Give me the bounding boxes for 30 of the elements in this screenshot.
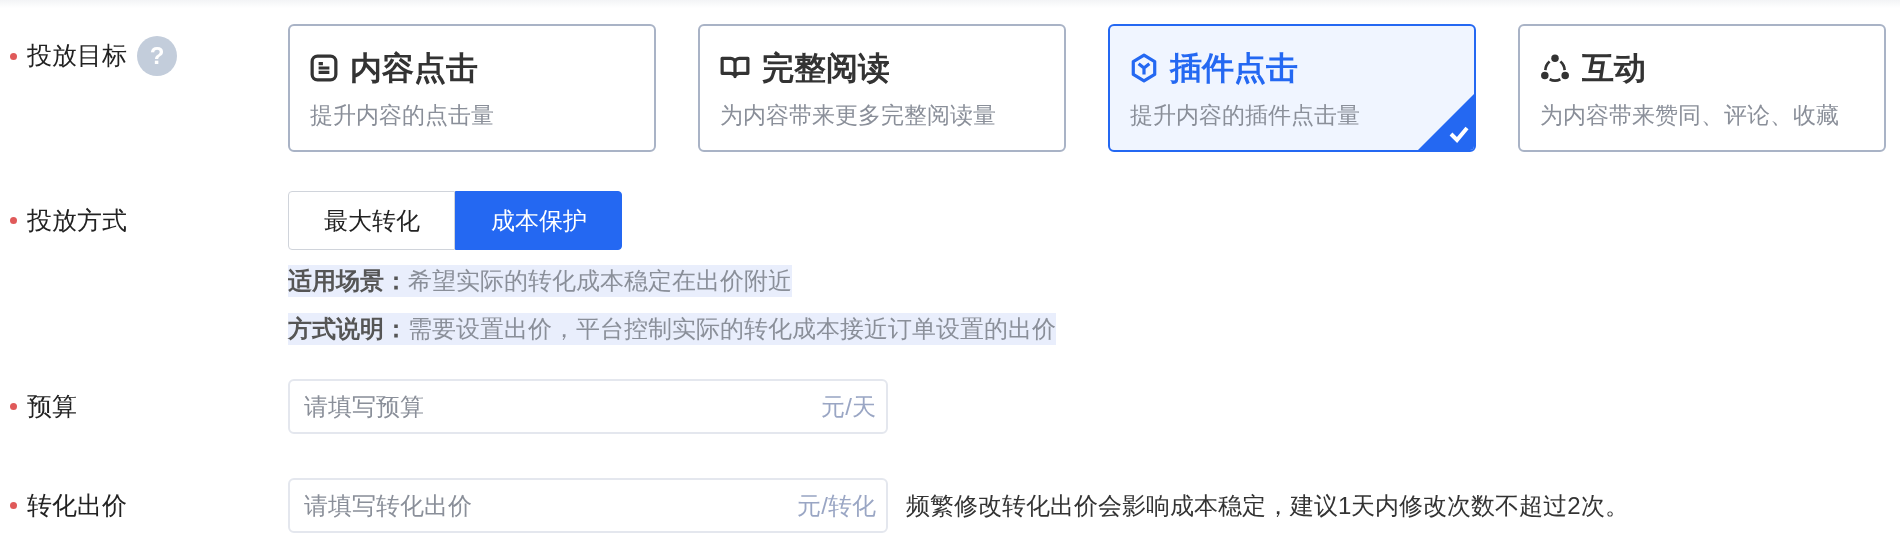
card-description: 提升内容的插件点击量	[1130, 101, 1361, 130]
note-term: 方式说明：	[288, 314, 408, 344]
field-label: 投放方式	[27, 204, 127, 236]
card-description: 为内容带来赞同、评论、收藏	[1540, 101, 1840, 130]
card-description: 提升内容的点击量	[310, 101, 495, 130]
mode-tab[interactable]: 成本保护	[455, 191, 622, 250]
unit-suffix: 元/天	[821, 392, 876, 422]
card-title: 互动	[1582, 49, 1646, 88]
card-title: 完整阅读	[762, 49, 890, 88]
hint-text: 频繁修改转化出价会影响成本稳定，建议1天内修改次数不超过2次。	[906, 490, 1629, 521]
list-icon	[310, 54, 338, 82]
goal-card[interactable]: 内容点击 提升内容的点击量	[288, 24, 656, 152]
mode-tab[interactable]: 最大转化	[288, 191, 455, 250]
unit-suffix: 元/转化	[797, 491, 876, 521]
goal-card[interactable]: 完整阅读 为内容带来更多完整阅读量	[698, 24, 1066, 152]
goal-card[interactable]: 插件点击 提升内容的插件点击量	[1108, 24, 1476, 152]
note-text: 需要设置出价，平台控制实际的转化成本接近订单设置的出价	[408, 314, 1056, 344]
check-corner-icon	[1418, 94, 1474, 150]
hexagon-icon	[1130, 53, 1158, 83]
field-label: 投放目标	[27, 40, 127, 72]
field-label: 预算	[27, 390, 77, 422]
note-term: 适用场景：	[288, 266, 408, 296]
card-title: 内容点击	[350, 49, 478, 88]
field-label: 转化出价	[27, 489, 127, 521]
book-icon	[720, 55, 750, 81]
card-description: 为内容带来更多完整阅读量	[720, 101, 997, 130]
goal-card[interactable]: 互动 为内容带来赞同、评论、收藏	[1518, 24, 1886, 152]
note-text: 希望实际的转化成本稳定在出价附近	[408, 266, 792, 296]
card-title: 插件点击	[1170, 49, 1298, 88]
share-icon	[1540, 53, 1570, 83]
